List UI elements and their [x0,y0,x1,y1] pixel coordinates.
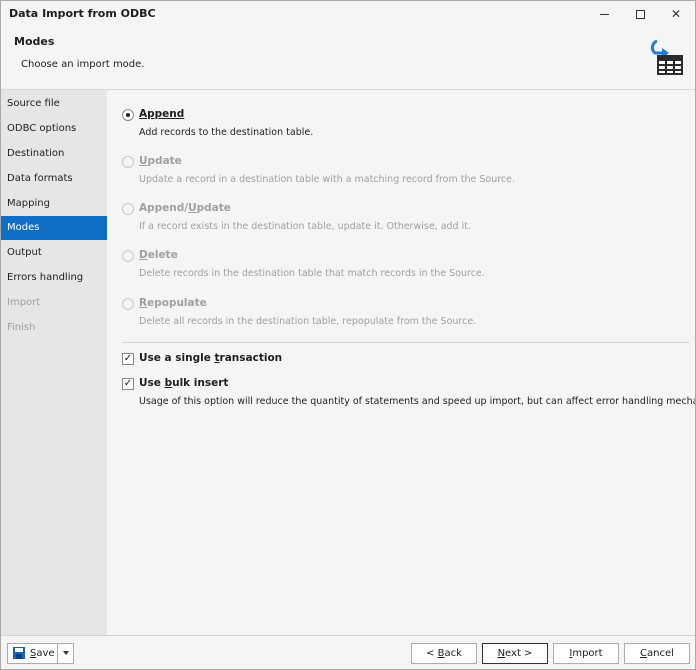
delete-radio [122,250,134,262]
sidebar-item-finish: Finish [7,322,36,333]
wizard-footer: Save < Back Next > Import Cancel [1,635,695,669]
title-bar[interactable]: Data Import from ODBC ✕ [1,1,695,27]
page-subtitle: Choose an import mode. [21,59,145,70]
delete-description: Delete records in the destination table … [139,268,485,279]
next-button[interactable]: Next > [482,643,548,664]
append-update-radio [122,203,134,215]
single-transaction-label[interactable]: Use a single transaction [139,352,282,364]
close-button[interactable]: ✕ [659,1,693,27]
floppy-disk-icon [13,647,25,659]
sidebar-item-source-file[interactable]: Source file [1,92,107,116]
minimize-icon [599,14,609,15]
cancel-button[interactable]: Cancel [624,643,690,664]
sidebar-item-import: Import [7,297,41,308]
update-description: Update a record in a destination table w… [139,174,516,185]
append-update-description: If a record exists in the destination ta… [139,221,471,232]
import-button[interactable]: Import [553,643,619,664]
page-title: Modes [14,35,55,48]
minimize-button[interactable] [587,1,621,27]
sidebar-item-output[interactable]: Output [1,241,107,265]
window-title: Data Import from ODBC [9,7,156,20]
repopulate-description: Delete all records in the destination ta… [139,316,477,327]
single-transaction-checkbox[interactable]: ✓ [122,353,134,365]
save-button[interactable]: Save [7,643,58,664]
wizard-steps-sidebar: Source file ODBC options Destination Dat… [1,90,107,635]
sidebar-item-destination[interactable]: Destination [1,142,107,166]
import-table-icon [650,39,683,75]
back-button[interactable]: < Back [411,643,477,664]
close-icon: ✕ [670,7,682,21]
delete-label: Delete [139,249,178,261]
sidebar-item-errors-handling[interactable]: Errors handling [1,266,107,290]
sidebar-item-modes[interactable]: Modes [1,216,107,240]
options-divider [122,342,689,343]
repopulate-label: Repopulate [139,297,207,309]
update-radio [122,156,134,168]
sidebar-item-mapping[interactable]: Mapping [1,192,107,216]
bulk-insert-label[interactable]: Use bulk insert [139,377,228,389]
maximize-icon [635,10,645,19]
import-wizard-window: Data Import from ODBC ✕ Modes Choose an … [0,0,696,670]
modes-panel: Append Add records to the destination ta… [108,90,695,635]
sidebar-item-odbc-options[interactable]: ODBC options [1,117,107,141]
repopulate-radio [122,298,134,310]
update-label: Update [139,155,182,167]
wizard-header: Modes Choose an import mode. [1,27,695,90]
sidebar-item-data-formats[interactable]: Data formats [1,167,107,191]
bulk-insert-description: Usage of this option will reduce the qua… [139,396,696,407]
chevron-down-icon [62,651,69,655]
append-description: Add records to the destination table. [139,127,314,138]
bulk-insert-checkbox[interactable]: ✓ [122,378,134,390]
append-radio[interactable] [122,109,134,121]
maximize-button[interactable] [623,1,657,27]
append-label[interactable]: Append [139,108,184,120]
append-update-label: Append/Update [139,202,231,214]
save-dropdown-button[interactable] [57,643,74,664]
